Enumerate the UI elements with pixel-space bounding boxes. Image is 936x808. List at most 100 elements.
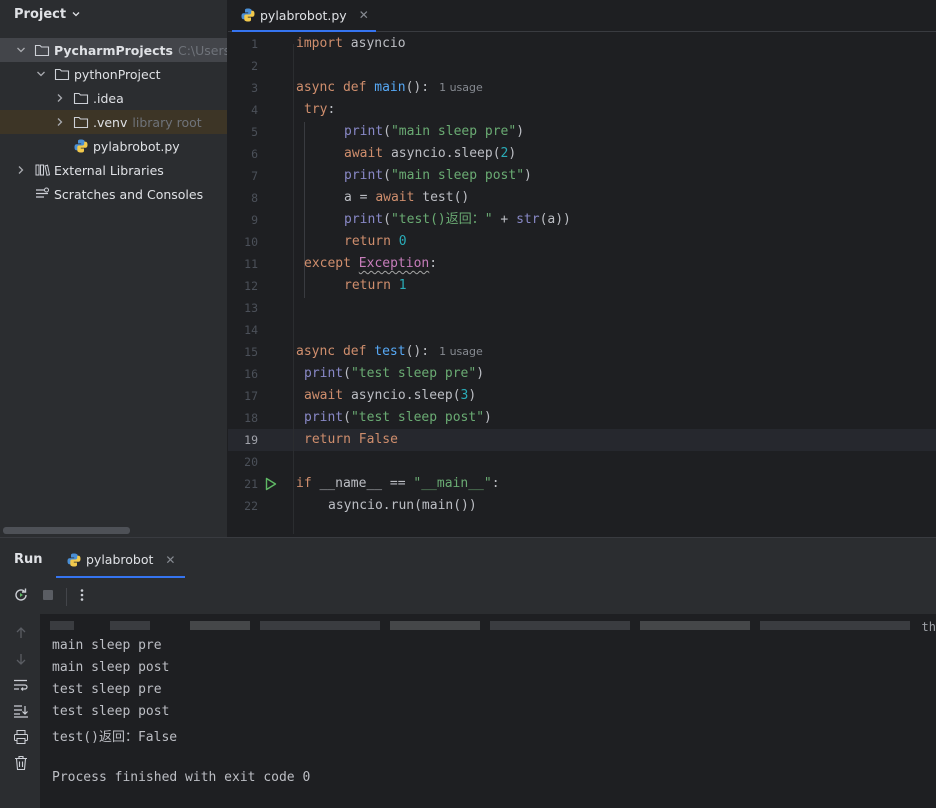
chevron-right-icon[interactable]: [55, 117, 65, 127]
stop-icon[interactable]: [40, 587, 56, 607]
editor-tab-pylabrobot[interactable]: pylabrobot.py ✕: [232, 0, 376, 32]
folder-icon: [34, 42, 50, 58]
project-horizontal-scrollbar[interactable]: [3, 527, 130, 534]
code-line-19[interactable]: return False: [304, 429, 398, 451]
line-number[interactable]: 16: [228, 367, 258, 381]
output-line: main sleep pre: [52, 638, 162, 653]
line-number[interactable]: 2: [228, 59, 258, 73]
line-number[interactable]: 8: [228, 191, 258, 205]
python-file-icon: [66, 552, 82, 568]
code-line-6[interactable]: await asyncio.sleep(2): [344, 143, 516, 165]
print-icon[interactable]: [12, 728, 30, 746]
usage-hint: 1 usage: [439, 81, 483, 94]
code-line-7[interactable]: print("main sleep post"): [344, 165, 532, 187]
close-icon[interactable]: ✕: [359, 8, 369, 22]
tree-item-pythonproject[interactable]: pythonProject: [0, 62, 227, 86]
tree-item-label: Scratches and Consoles: [54, 186, 204, 202]
code-line-18[interactable]: print("test sleep post"): [304, 407, 492, 429]
tree-item-idea[interactable]: .idea: [0, 86, 227, 110]
run-tab-label: pylabrobot: [86, 552, 154, 567]
folder-icon: [54, 66, 70, 82]
editor-tab-bar: pylabrobot.py ✕: [228, 0, 936, 32]
code-line-15[interactable]: async def test(): 1 usage: [296, 341, 483, 363]
line-number[interactable]: 1: [228, 37, 258, 51]
line-number[interactable]: 17: [228, 389, 258, 403]
line-number[interactable]: 13: [228, 301, 258, 315]
chevron-right-icon[interactable]: [16, 165, 26, 175]
line-number[interactable]: 18: [228, 411, 258, 425]
code-line-4[interactable]: try:: [304, 99, 335, 121]
code-line-5[interactable]: print("main sleep pre"): [344, 121, 524, 143]
line-number[interactable]: 7: [228, 169, 258, 183]
line-number[interactable]: 5: [228, 125, 258, 139]
line-number[interactable]: 19: [228, 433, 258, 447]
code-line-3[interactable]: async def main(): 1 usage: [296, 77, 483, 99]
project-title: Project: [14, 6, 67, 22]
run-tool-window: Run pylabrobot ✕ th main sleep pre main …: [0, 537, 936, 808]
code-line-21[interactable]: if __name__ == "__main__":: [296, 473, 500, 495]
python-file-icon: [240, 7, 256, 23]
tree-item-path: C:\Users\m: [177, 42, 227, 58]
line-number[interactable]: 3: [228, 81, 258, 95]
line-number[interactable]: 11: [228, 257, 258, 271]
code-line-10[interactable]: return 0: [344, 231, 407, 253]
toolbar-separator: [66, 588, 67, 606]
code-line-1[interactable]: import asyncio: [296, 33, 406, 55]
code-line-8[interactable]: a = await test(): [344, 187, 469, 209]
more-vertical-icon[interactable]: [77, 587, 87, 607]
trash-icon[interactable]: [12, 754, 30, 772]
line-number[interactable]: 20: [228, 455, 258, 469]
rerun-icon[interactable]: [12, 586, 30, 608]
run-panel-title: Run: [14, 552, 43, 567]
scroll-to-end-icon[interactable]: [12, 702, 30, 720]
close-icon[interactable]: ✕: [165, 553, 175, 567]
code-line-16[interactable]: print("test sleep pre"): [304, 363, 484, 385]
console-output[interactable]: th main sleep pre main sleep post test s…: [40, 614, 936, 808]
arrow-down-icon[interactable]: [12, 650, 30, 668]
tree-item-note: library root: [132, 114, 202, 130]
arrow-up-icon[interactable]: [12, 624, 30, 642]
output-line: test sleep post: [52, 704, 170, 719]
tree-item-label: .idea: [93, 90, 124, 106]
tree-item-label: PycharmProjects: [54, 42, 173, 58]
code-line-12[interactable]: return 1: [344, 275, 407, 297]
code-line-22[interactable]: asyncio.run(main()): [328, 495, 477, 517]
tree-item-scratches[interactable]: Scratches and Consoles: [0, 182, 227, 206]
project-view-selector[interactable]: Project: [14, 5, 81, 23]
scratches-icon: [34, 186, 50, 202]
line-number[interactable]: 14: [228, 323, 258, 337]
tree-item-label: .venv: [93, 114, 128, 130]
line-number[interactable]: 10: [228, 235, 258, 249]
line-number[interactable]: 12: [228, 279, 258, 293]
chevron-right-icon[interactable]: [55, 93, 65, 103]
project-tool-window: Project PycharmProjects C:\Users\m pytho…: [0, 0, 227, 537]
blurred-command-line: th: [50, 618, 936, 634]
run-gutter-icon[interactable]: [264, 476, 278, 492]
run-tab-pylabrobot[interactable]: pylabrobot ✕: [56, 543, 186, 578]
external-libraries-icon: [34, 162, 50, 178]
line-number[interactable]: 9: [228, 213, 258, 227]
line-number[interactable]: 4: [228, 103, 258, 117]
tree-item-label: pythonProject: [74, 66, 161, 82]
tree-item-external-libraries[interactable]: External Libraries: [0, 158, 227, 182]
chevron-down-icon[interactable]: [16, 45, 26, 55]
code-line-11[interactable]: except Exception:: [304, 253, 437, 275]
tree-item-venv[interactable]: .venv library root: [0, 110, 227, 134]
line-number-gutter: 1 2 3 4 5 6 7 8 9 10 11 12 13 14 15 16 17 18 19 20 21 22: [228, 33, 294, 537]
tree-item-label: External Libraries: [54, 162, 164, 178]
code-line-9[interactable]: print("test()返回：" + str(a)): [344, 209, 571, 231]
python-file-icon: [73, 138, 89, 154]
line-number[interactable]: 21: [228, 477, 258, 491]
chevron-down-icon[interactable]: [36, 69, 46, 79]
output-line: test sleep pre: [52, 682, 162, 697]
line-number[interactable]: 22: [228, 499, 258, 513]
line-number[interactable]: 15: [228, 345, 258, 359]
tree-item-pycharmprojects[interactable]: PycharmProjects C:\Users\m: [0, 38, 227, 62]
code-line-17[interactable]: await asyncio.sleep(3): [304, 385, 476, 407]
tree-item-pylabrobot-py[interactable]: pylabrobot.py: [0, 134, 227, 158]
soft-wrap-icon[interactable]: [12, 676, 30, 694]
line-number[interactable]: 6: [228, 147, 258, 161]
gutter-separator: [293, 44, 294, 534]
chevron-down-icon: [72, 12, 80, 17]
console-side-toolbar: [0, 614, 40, 808]
